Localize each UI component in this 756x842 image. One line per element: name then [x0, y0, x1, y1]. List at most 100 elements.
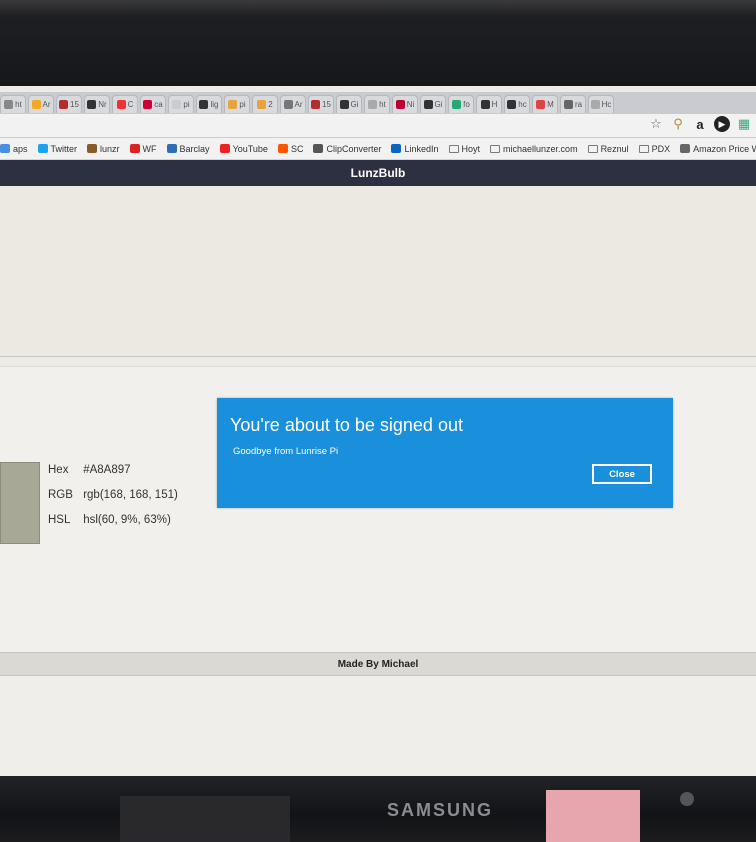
tab-label: ra [574, 100, 583, 109]
bookmark-item[interactable]: aps [0, 144, 28, 154]
tab-favicon-icon [395, 100, 405, 109]
browser-tab[interactable]: ra [560, 95, 586, 113]
bookmark-label: YouTube [232, 143, 268, 154]
toolbar-icons: ☆ ⚲ a ▶ ▦ [648, 116, 752, 132]
close-button[interactable]: Close [592, 464, 652, 484]
bookmark-item[interactable]: ClipConverter [313, 144, 381, 154]
browser-tab[interactable]: Gi [420, 95, 446, 113]
tab-label: Hc [601, 100, 612, 109]
bookmark-label: Barclay [179, 143, 210, 154]
browser-tab[interactable]: H [476, 95, 502, 113]
rgb-value: rgb(168, 168, 151) [83, 489, 178, 501]
bookmark-item[interactable]: LinkedIn [391, 143, 439, 154]
browser-tab[interactable]: ca [140, 95, 166, 113]
tab-favicon-icon [563, 100, 573, 109]
tab-label: 15 [70, 100, 79, 109]
bookmark-item[interactable]: Twitter [37, 144, 77, 154]
tab-label: M [547, 100, 554, 109]
bookmark-label: Reznul [600, 143, 629, 154]
browser-tab[interactable]: ht [364, 95, 390, 113]
monitor-bezel-top [0, 0, 756, 92]
browser-tab[interactable]: M [532, 95, 558, 113]
browser-tab[interactable]: 15 [308, 95, 334, 113]
browser-tab[interactable]: pi [224, 95, 250, 113]
browser-tab[interactable]: lig [196, 95, 222, 113]
browser-tab[interactable]: fo [448, 95, 474, 113]
bookmark-favicon-icon [0, 144, 10, 153]
folder-icon [448, 144, 459, 153]
bookmark-item[interactable]: michaellunzer.com [490, 144, 578, 154]
bookmark-item[interactable]: SC [277, 143, 304, 154]
monitor-brand: SAMSUNG [386, 800, 493, 820]
hsl-row: HSL hsl(60, 9%, 63%) [48, 514, 171, 526]
tab-label: ca [154, 100, 163, 109]
tab-label: hc [518, 100, 527, 109]
tab-favicon-icon [480, 100, 490, 109]
hex-value: #A8A897 [83, 464, 131, 476]
extension-icon[interactable]: ⚲ [670, 116, 686, 132]
tab-label: Ar [294, 100, 303, 109]
bookmark-label: SC [290, 143, 304, 154]
tab-favicon-icon [507, 100, 517, 109]
browser-tab[interactable]: C [112, 95, 138, 113]
tab-label: H [491, 100, 498, 109]
tab-favicon-icon [31, 100, 41, 109]
browser-tab[interactable]: hc [504, 95, 530, 113]
bookmark-star-icon[interactable]: ☆ [648, 116, 664, 132]
bookmark-item[interactable]: PDX [638, 143, 671, 154]
hsl-label: HSL [48, 514, 71, 526]
tab-favicon-icon [172, 100, 182, 109]
tab-favicon-icon [228, 100, 238, 109]
browser-tab[interactable]: Ni [392, 95, 418, 113]
bookmark-item[interactable]: WF [129, 143, 157, 154]
bookmarks-bar: aps Twitter lunzr WF Barclay YouTube SC ClipCon… [0, 138, 756, 160]
extension-grid-icon[interactable]: ▦ [736, 116, 752, 132]
browser-tab[interactable]: pi [168, 95, 194, 113]
tab-strip: ht Ar 15 Nr Cca pi lig pi 2 Ar 15 Gi ht Ni Gi fo Hhc Mra H… [0, 92, 756, 114]
browser-tab[interactable]: ht [0, 95, 26, 113]
tab-favicon-icon [311, 100, 321, 109]
browser-tab[interactable]: 15 [56, 95, 82, 113]
bookmark-item[interactable]: lunzr [87, 144, 120, 154]
play-icon[interactable]: ▶ [714, 116, 730, 132]
bookmark-label: LinkedIn [404, 143, 439, 154]
browser-tab[interactable]: Ar [28, 95, 54, 113]
bookmark-favicon-icon [680, 144, 691, 153]
tab-favicon-icon [423, 100, 433, 109]
tab-favicon-icon [590, 100, 600, 109]
tab-favicon-icon [87, 100, 97, 109]
tab-label: 2 [268, 100, 273, 109]
tab-label: Gi [434, 100, 443, 109]
tab-favicon-icon [59, 100, 69, 109]
browser-tab[interactable]: Hc [588, 95, 614, 113]
tab-label: Gi [350, 100, 359, 109]
dialog-title: You're about to be signed out [230, 415, 463, 435]
dialog-message: Goodbye from Lunrise Pi [233, 446, 339, 457]
tab-favicon-icon [452, 100, 462, 109]
bookmark-item[interactable]: YouTube [219, 143, 268, 154]
bookmark-item[interactable]: Barclay [166, 143, 210, 154]
bookmark-label: aps [13, 143, 28, 154]
tab-label: ht [15, 100, 22, 109]
bookmark-label: lunzr [100, 143, 120, 154]
browser-tab[interactable]: Nr [84, 95, 110, 113]
sign-out-dialog: You're about to be signed out Goodbye fr… [217, 398, 673, 508]
bookmark-item[interactable]: Reznul [587, 143, 629, 154]
bookmark-label: michaellunzer.com [503, 143, 578, 154]
browser-tab[interactable]: Gi [336, 95, 362, 113]
tab-favicon-icon [4, 100, 14, 109]
browser-tab[interactable]: Ar [280, 95, 306, 113]
tab-label: lig [210, 100, 219, 109]
bookmark-label: Hoyt [461, 143, 481, 154]
page-bottom [0, 676, 756, 776]
bookmark-label: WF [142, 143, 157, 154]
browser-window: ht Ar 15 Nr Cca pi lig pi 2 Ar 15 Gi ht Ni Gi fo Hhc Mra H… [0, 86, 756, 776]
bookmark-label: PDX [651, 143, 671, 154]
browser-tab[interactable]: 2 [252, 95, 278, 113]
bookmark-item[interactable]: Hoyt [448, 143, 481, 154]
amazon-icon[interactable]: a [692, 116, 708, 132]
tab-favicon-icon [116, 100, 126, 109]
top-panel [0, 186, 756, 357]
bookmark-favicon-icon [166, 144, 177, 153]
bookmark-item[interactable]: Amazon Price Wa [680, 144, 756, 154]
